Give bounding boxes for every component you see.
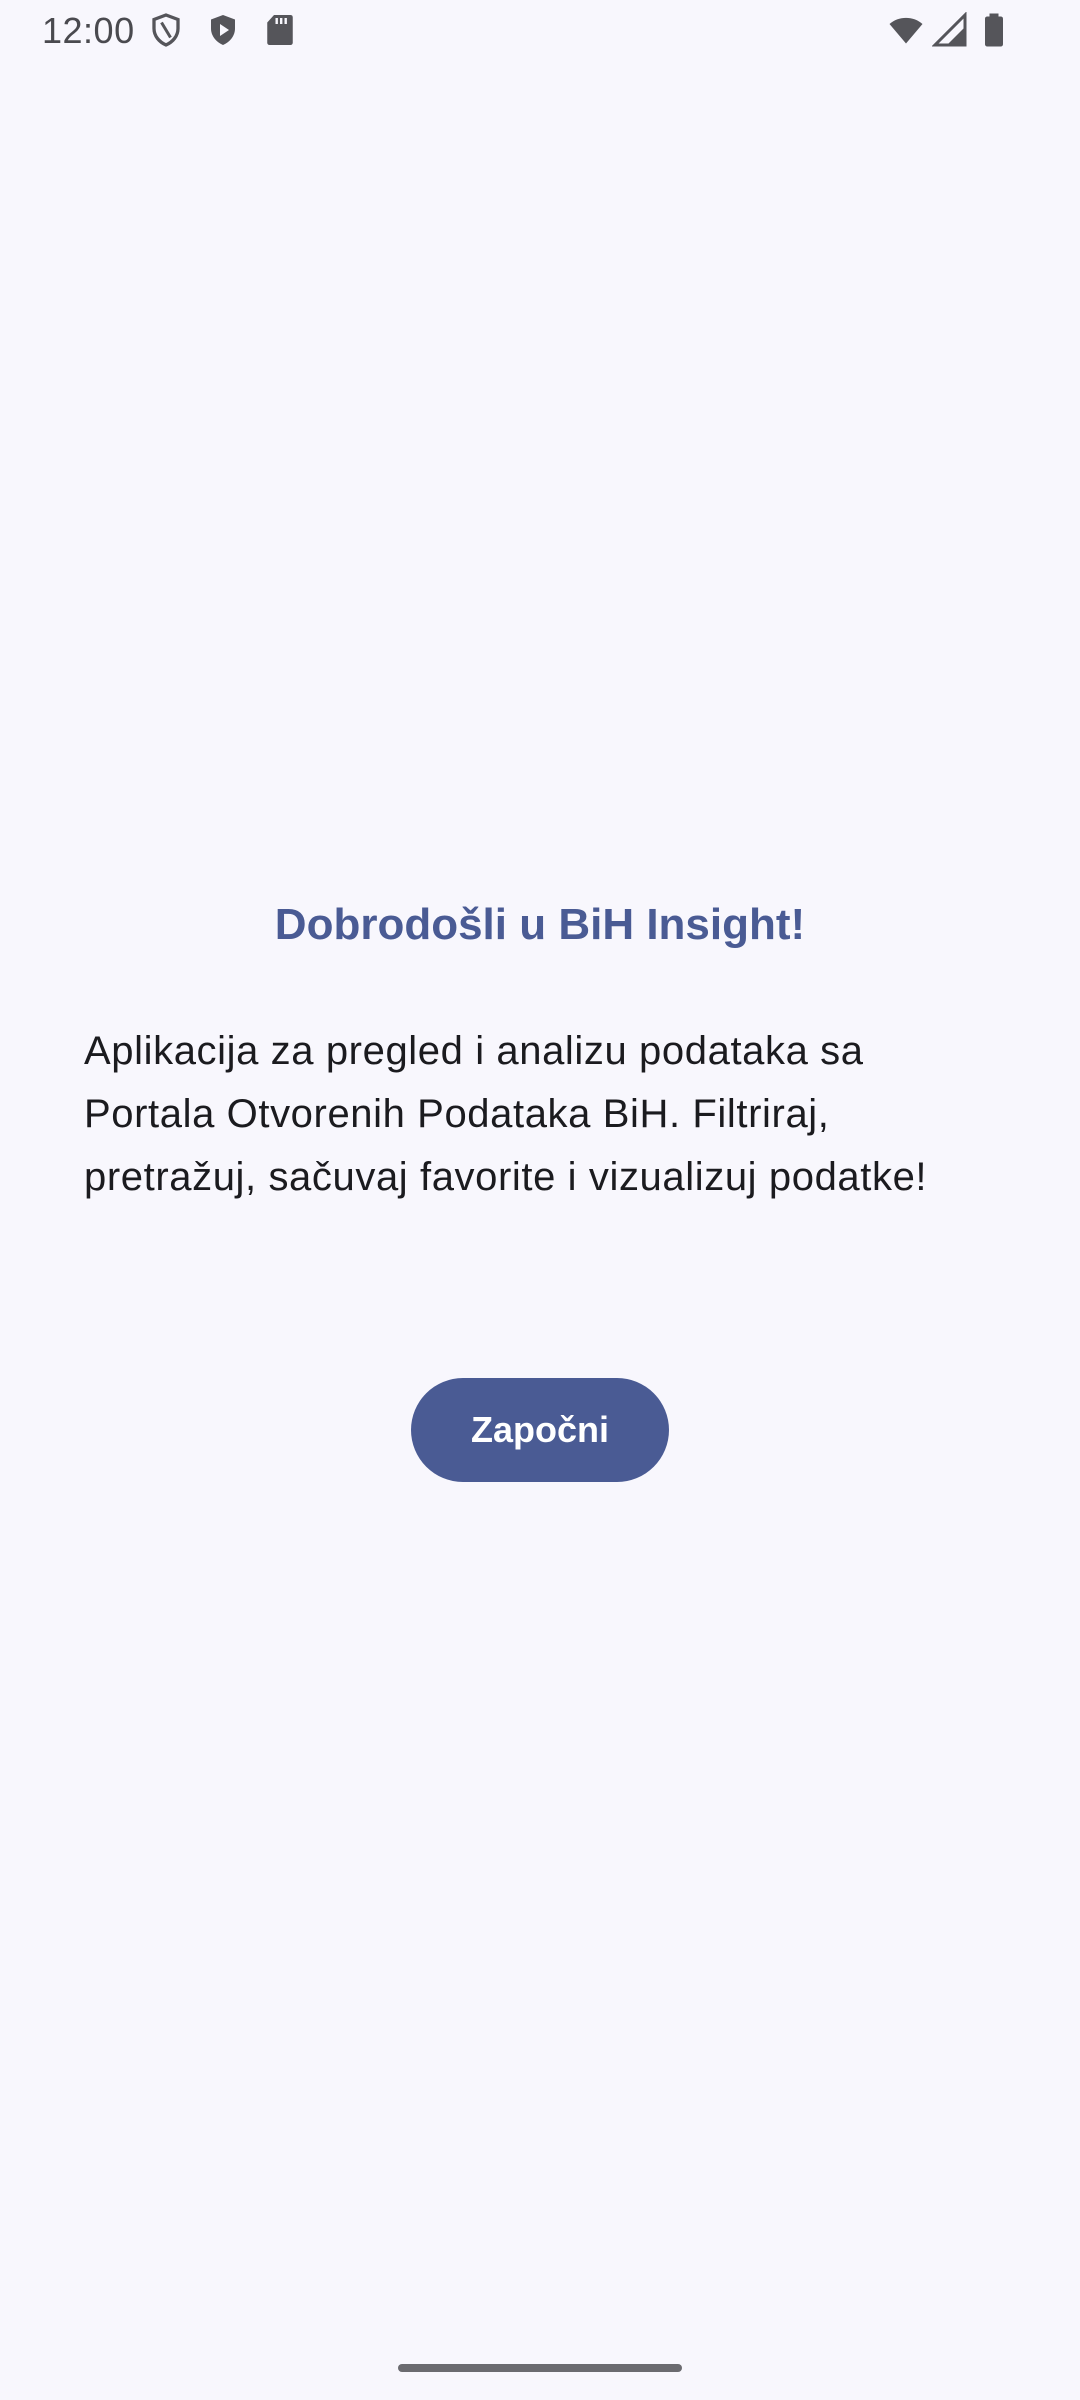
- welcome-screen: 12:00 Dobrodošli u BiH Insight! Aplikaci…: [0, 0, 1080, 2400]
- signal-icon: [932, 12, 968, 48]
- status-time: 12:00: [42, 10, 135, 51]
- start-button[interactable]: Započni: [411, 1378, 669, 1482]
- vpn-shield-icon: [148, 12, 184, 48]
- sd-card-icon: [262, 12, 298, 48]
- home-indicator[interactable]: [398, 2364, 682, 2372]
- wifi-icon: [888, 12, 924, 48]
- play-protect-icon: [205, 12, 241, 48]
- battery-icon: [976, 12, 1012, 48]
- welcome-description: Aplikacija za pregled i analizu podataka…: [84, 1029, 928, 1199]
- status-bar: 12:00: [0, 0, 1080, 64]
- welcome-title: Dobrodošli u BiH Insight!: [274, 900, 806, 949]
